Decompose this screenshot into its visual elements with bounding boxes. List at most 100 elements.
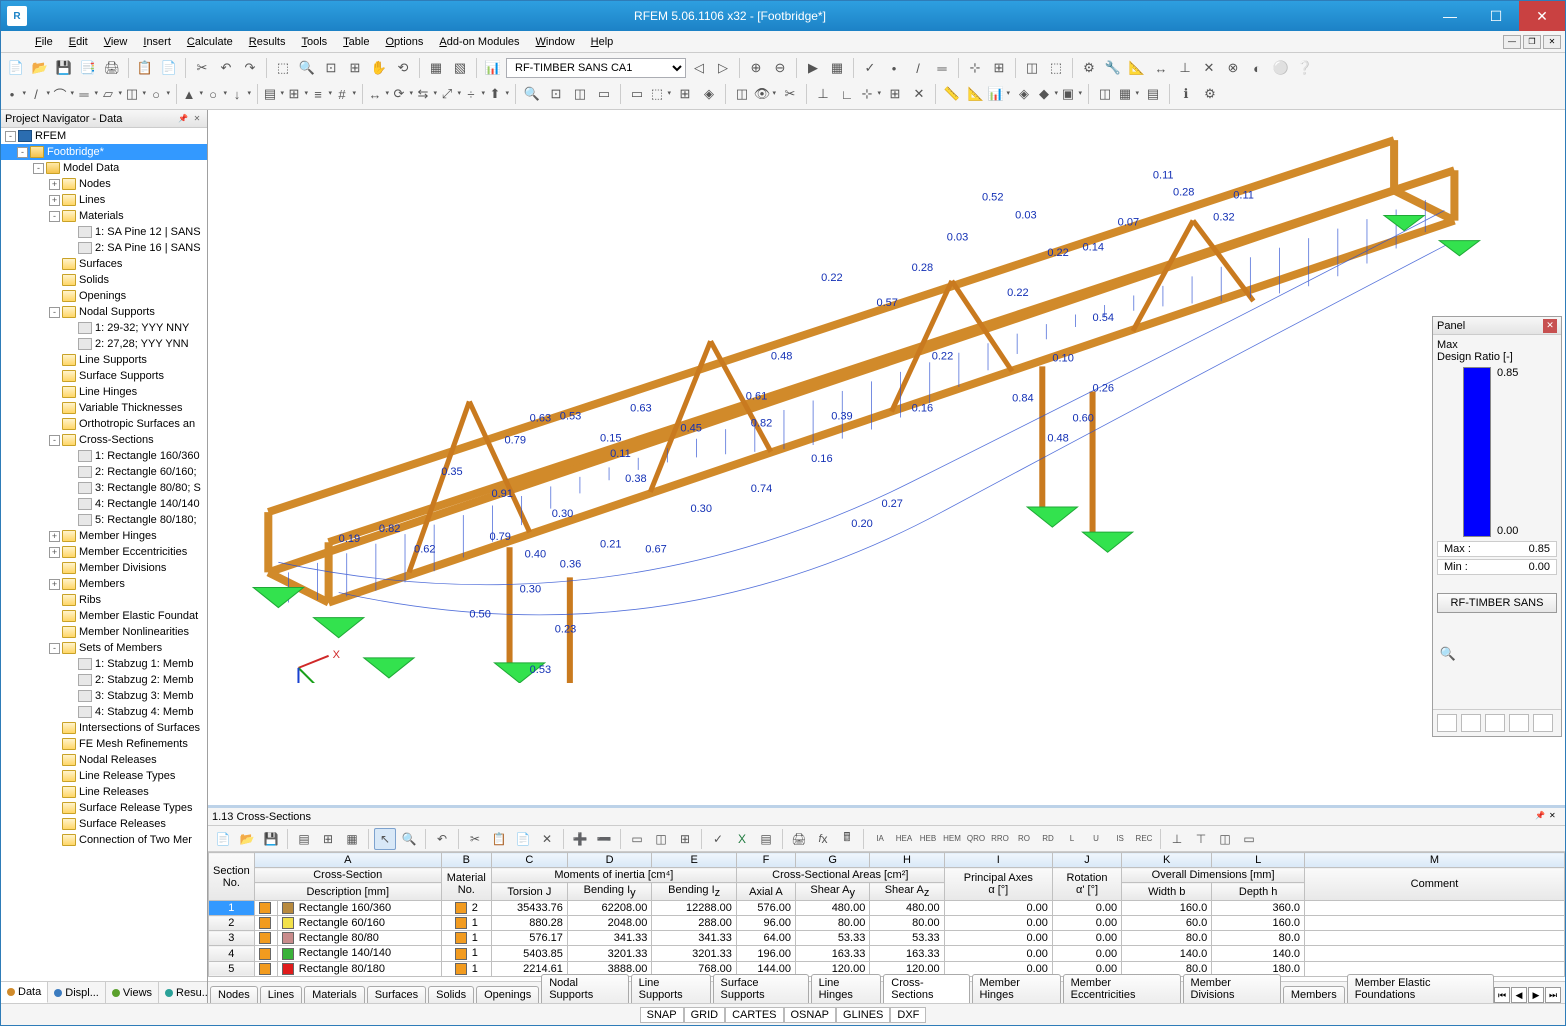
btab-materials[interactable]: Materials: [304, 986, 365, 1003]
tree-item[interactable]: Line Releases: [1, 784, 207, 800]
tt-excel[interactable]: X: [731, 828, 753, 850]
tree-item[interactable]: Member Divisions: [1, 560, 207, 576]
tree-item[interactable]: Intersections of Surfaces: [1, 720, 207, 736]
tb2-iso[interactable]: ◫: [569, 83, 591, 105]
tb-mesh[interactable]: ▦: [826, 57, 848, 79]
menu-edit[interactable]: Edit: [61, 34, 96, 50]
tb-help[interactable]: ❔: [1294, 57, 1316, 79]
tt-cfg1[interactable]: ▭: [626, 828, 648, 850]
tb2-move[interactable]: ↔: [368, 83, 390, 105]
panel-tab5[interactable]: [1533, 714, 1553, 732]
tb2-wp[interactable]: ⊞: [884, 83, 906, 105]
tb-print[interactable]: 🖨: [101, 57, 123, 79]
tb2-cfg[interactable]: ⚙: [1199, 83, 1221, 105]
tt-save[interactable]: 💾: [260, 828, 282, 850]
status-dxf[interactable]: DXF: [890, 1007, 926, 1023]
tb2-iso2[interactable]: ◫: [731, 83, 753, 105]
tree-item[interactable]: 1: 29-32; YYY NNY: [1, 320, 207, 336]
tt-sec4[interactable]: ▭: [1238, 828, 1260, 850]
tree-item[interactable]: +Nodes: [1, 176, 207, 192]
tree-item[interactable]: 1: SA Pine 12 | SANS: [1, 224, 207, 240]
tree-item[interactable]: 2: Rectangle 60/160;: [1, 464, 207, 480]
btab-surface-supports[interactable]: Surface Supports: [713, 974, 809, 1003]
minimize-button[interactable]: —: [1427, 1, 1473, 31]
tb-zoom-all[interactable]: ⊞: [344, 57, 366, 79]
tb2-opening[interactable]: ○: [149, 83, 171, 105]
tt-is[interactable]: IS: [1109, 828, 1131, 850]
tree-item[interactable]: Member Nonlinearities: [1, 624, 207, 640]
tb2-view[interactable]: 👁: [755, 83, 777, 105]
tree-item[interactable]: 3: Rectangle 80/80; S: [1, 480, 207, 496]
tb-opt[interactable]: ⚪: [1270, 57, 1292, 79]
tb-calc[interactable]: ▶: [802, 57, 824, 79]
tb2-sel1[interactable]: ▭: [626, 83, 648, 105]
tb-new[interactable]: 📄: [5, 57, 27, 79]
tb2-m1[interactable]: 📏: [941, 83, 963, 105]
tt-new[interactable]: 📄: [212, 828, 234, 850]
tb2-rotate[interactable]: ⟳: [392, 83, 414, 105]
tb-open[interactable]: 📂: [29, 57, 51, 79]
btab-nav[interactable]: ⏭: [1545, 987, 1561, 1003]
status-grid[interactable]: GRID: [684, 1007, 726, 1023]
tb2-info[interactable]: ℹ: [1175, 83, 1197, 105]
tt-sec3[interactable]: ◫: [1214, 828, 1236, 850]
tree-item[interactable]: 1: Stabzug 1: Memb: [1, 656, 207, 672]
tb2-divide[interactable]: ÷: [464, 83, 486, 105]
tb2-mat[interactable]: ▤: [263, 83, 285, 105]
tree-item[interactable]: -Cross-Sections: [1, 432, 207, 448]
tree-item[interactable]: +Members: [1, 576, 207, 592]
menu-add-on-modules[interactable]: Add-on Modules: [431, 34, 527, 50]
navtab-views[interactable]: Views: [106, 982, 159, 1003]
panel-close[interactable]: ✕: [1543, 319, 1557, 333]
tt-ia[interactable]: IA: [869, 828, 891, 850]
tree-item[interactable]: Openings: [1, 288, 207, 304]
menu-file[interactable]: File: [27, 34, 61, 50]
btab-member-divisions[interactable]: Member Divisions: [1183, 974, 1281, 1003]
table-row[interactable]: 2 Rectangle 60/160 1880.282048.00288.009…: [209, 916, 1565, 931]
btab-nodal-supports[interactable]: Nodal Supports: [541, 974, 628, 1003]
menu-view[interactable]: View: [96, 34, 136, 50]
menu-tools[interactable]: Tools: [293, 34, 335, 50]
tt-cut[interactable]: ✂: [464, 828, 486, 850]
btab-openings[interactable]: Openings: [476, 986, 539, 1003]
tt-find[interactable]: 🔍: [398, 828, 420, 850]
tt-ins[interactable]: ➕: [569, 828, 591, 850]
tree-item[interactable]: Ribs: [1, 592, 207, 608]
btab-nav[interactable]: ◀: [1511, 987, 1527, 1003]
tb-saveall[interactable]: 📑: [77, 57, 99, 79]
tree-item[interactable]: 4: Rectangle 140/140: [1, 496, 207, 512]
maximize-button[interactable]: ☐: [1473, 1, 1519, 31]
tb2-line[interactable]: /: [29, 83, 51, 105]
tree-item[interactable]: +Member Eccentricities: [1, 544, 207, 560]
menu-options[interactable]: Options: [377, 34, 431, 50]
tb2-sel2[interactable]: ⬚: [650, 83, 672, 105]
tt-open[interactable]: 📂: [236, 828, 258, 850]
tb-view2[interactable]: ⬚: [1045, 57, 1067, 79]
tb2-m2[interactable]: 📐: [965, 83, 987, 105]
tb-next[interactable]: ▷: [712, 57, 734, 79]
btab-nav[interactable]: ▶: [1528, 987, 1544, 1003]
tree-item[interactable]: Member Elastic Foundat: [1, 608, 207, 624]
tb2-ucs1[interactable]: ⊥: [812, 83, 834, 105]
tb-nodes[interactable]: •: [883, 57, 905, 79]
btab-member-hinges[interactable]: Member Hinges: [972, 974, 1061, 1003]
navigator-pin[interactable]: 📌: [177, 113, 189, 125]
tt-qro[interactable]: QRO: [965, 828, 987, 850]
tt-copy[interactable]: 📋: [488, 828, 510, 850]
btab-member-elastic-foundations[interactable]: Member Elastic Foundations: [1347, 974, 1494, 1003]
tb2-m3[interactable]: 📊: [989, 83, 1011, 105]
tb-select[interactable]: ⬚: [272, 57, 294, 79]
menu-window[interactable]: Window: [528, 34, 583, 50]
tb2-load[interactable]: ↓: [230, 83, 252, 105]
btab-surfaces[interactable]: Surfaces: [367, 986, 426, 1003]
tree-item[interactable]: Surface Supports: [1, 368, 207, 384]
tb-ax1[interactable]: ✕: [1198, 57, 1220, 79]
tt-rem[interactable]: ➖: [593, 828, 615, 850]
tb-check[interactable]: ✓: [859, 57, 881, 79]
tree-item[interactable]: Surface Releases: [1, 816, 207, 832]
tb-sec[interactable]: ⊥: [1174, 57, 1196, 79]
tt-del[interactable]: ✕: [536, 828, 558, 850]
close-button[interactable]: ✕: [1519, 1, 1565, 31]
panel-zoom-icon[interactable]: 🔍: [1437, 643, 1459, 665]
tt-cfg3[interactable]: ⊞: [674, 828, 696, 850]
